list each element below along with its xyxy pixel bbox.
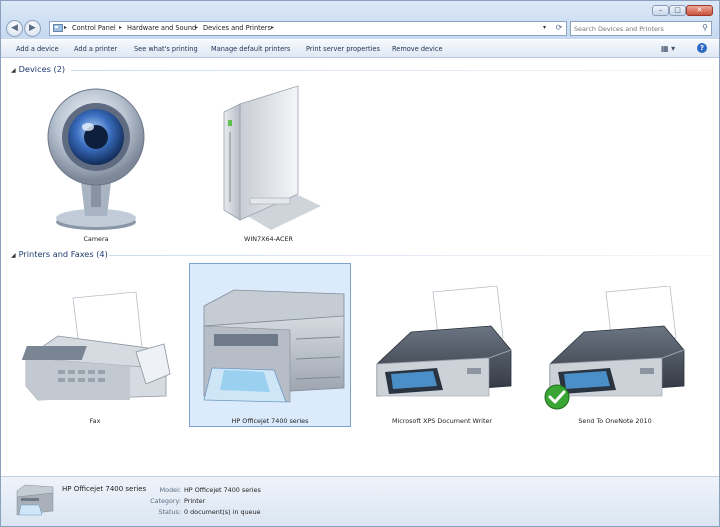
search-box[interactable]: ⚲	[570, 21, 712, 36]
refresh-icon[interactable]: ⟳	[553, 23, 565, 34]
address-history-dropdown[interactable]: ▾	[543, 24, 546, 31]
breadcrumb-separator[interactable]: ▸	[119, 24, 122, 31]
details-pane: HP Officejet 7400 series Model: HP Office…	[1, 476, 719, 526]
printers-group-rule	[109, 255, 711, 256]
breadcrumb-hardware-and-sound[interactable]: Hardware and Sound	[127, 24, 196, 32]
details-model-label: Model:	[159, 486, 181, 494]
devices-and-printers-window: – □ ✕ ◀ ▶ ▸ Control Panel ▸ Hardware and…	[0, 0, 720, 527]
printers-group-header[interactable]: ◢ Printers and Faxes (4)	[11, 249, 108, 259]
devices-group-label: Devices (2)	[18, 64, 66, 74]
view-options-icon[interactable]: ▦ ▾	[661, 44, 675, 53]
devices-group-rule	[71, 70, 711, 71]
search-input[interactable]	[574, 23, 694, 34]
print-server-properties-button[interactable]: Print server properties	[306, 45, 380, 53]
printer-tile-microsoft-xps-document-writer[interactable]: Microsoft XPS Document Writer	[363, 268, 521, 428]
details-model-value: HP Officejet 7400 series	[184, 486, 261, 494]
multifunction-printer-icon	[16, 484, 54, 516]
maximize-button[interactable]: □	[669, 5, 686, 16]
title-and-address-bar: – □ ✕ ◀ ▶ ▸ Control Panel ▸ Hardware and…	[1, 1, 719, 39]
search-icon[interactable]: ⚲	[702, 23, 708, 32]
breadcrumb-control-panel[interactable]: Control Panel	[72, 24, 116, 32]
printer-tile-fax[interactable]: Fax	[16, 268, 174, 428]
devices-group-header[interactable]: ◢ Devices (2)	[11, 64, 65, 74]
breadcrumb-separator[interactable]: ▸	[64, 24, 67, 31]
address-bar[interactable]: ▸ Control Panel ▸ Hardware and Sound ▸ D…	[49, 21, 567, 36]
back-button[interactable]: ◀	[6, 20, 23, 37]
camera-icon	[47, 88, 145, 230]
printer-label-microsoft-xps-document-writer: Microsoft XPS Document Writer	[391, 417, 493, 425]
device-label-camera: Camera	[83, 235, 109, 243]
fax-icon	[21, 291, 171, 401]
computer-tower-icon	[223, 85, 321, 230]
details-status-label: Status:	[158, 508, 181, 516]
remove-device-button[interactable]: Remove device	[392, 45, 443, 53]
printer-tile-hp-officejet-7400-series[interactable]: HP Officejet 7400 series	[189, 263, 351, 427]
breadcrumb-separator[interactable]: ▸	[271, 24, 274, 31]
details-category-row: Category: Printer	[121, 497, 205, 505]
add-device-button[interactable]: Add a device	[16, 45, 59, 53]
printer-label-hp-officejet-7400-series: HP Officejet 7400 series	[231, 417, 309, 425]
help-icon[interactable]: ?	[697, 43, 707, 53]
details-status-row: Status: 0 document(s) in queue	[121, 508, 261, 516]
printer-icon	[376, 286, 512, 397]
collapse-triangle-icon[interactable]: ◢	[11, 252, 16, 259]
multifunction-printer-icon	[203, 289, 345, 403]
breadcrumb-separator[interactable]: ▸	[195, 24, 198, 31]
printer-tile-send-to-onenote-2010[interactable]: Send To OneNote 2010	[536, 268, 694, 428]
device-list: ◢ Devices (2) Camera WIN7X64-ACER ◢ Prin…	[1, 58, 719, 476]
add-printer-button[interactable]: Add a printer	[74, 45, 117, 53]
back-arrow-icon: ◀	[11, 23, 18, 33]
close-button[interactable]: ✕	[686, 5, 713, 16]
see-whats-printing-button[interactable]: See what's printing	[134, 45, 198, 53]
collapse-triangle-icon[interactable]: ◢	[11, 67, 16, 74]
forward-button[interactable]: ▶	[24, 20, 41, 37]
manage-default-printers-button[interactable]: Manage default printers	[211, 45, 290, 53]
details-model-row: Model: HP Officejet 7400 series	[121, 486, 261, 494]
device-label-win7x64-acer: WIN7X64-ACER	[244, 235, 293, 243]
details-category-label: Category:	[150, 497, 181, 505]
details-status-value: 0 document(s) in queue	[184, 508, 261, 516]
device-tile-win7x64-acer[interactable]: WIN7X64-ACER	[201, 78, 336, 246]
printers-group-label: Printers and Faxes (4)	[18, 249, 108, 259]
control-panel-icon	[53, 24, 63, 32]
default-check-icon	[544, 384, 570, 410]
printer-label-fax: Fax	[89, 417, 101, 425]
command-bar: Add a device Add a printer See what's pr…	[1, 39, 719, 58]
breadcrumb-devices-and-printers[interactable]: Devices and Printers	[203, 24, 271, 32]
details-category-value: Printer	[184, 497, 206, 505]
forward-arrow-icon: ▶	[29, 23, 36, 33]
minimize-button[interactable]: –	[652, 5, 669, 16]
device-tile-camera[interactable]: Camera	[31, 78, 161, 246]
printer-label-send-to-onenote-2010: Send To OneNote 2010	[578, 417, 652, 425]
